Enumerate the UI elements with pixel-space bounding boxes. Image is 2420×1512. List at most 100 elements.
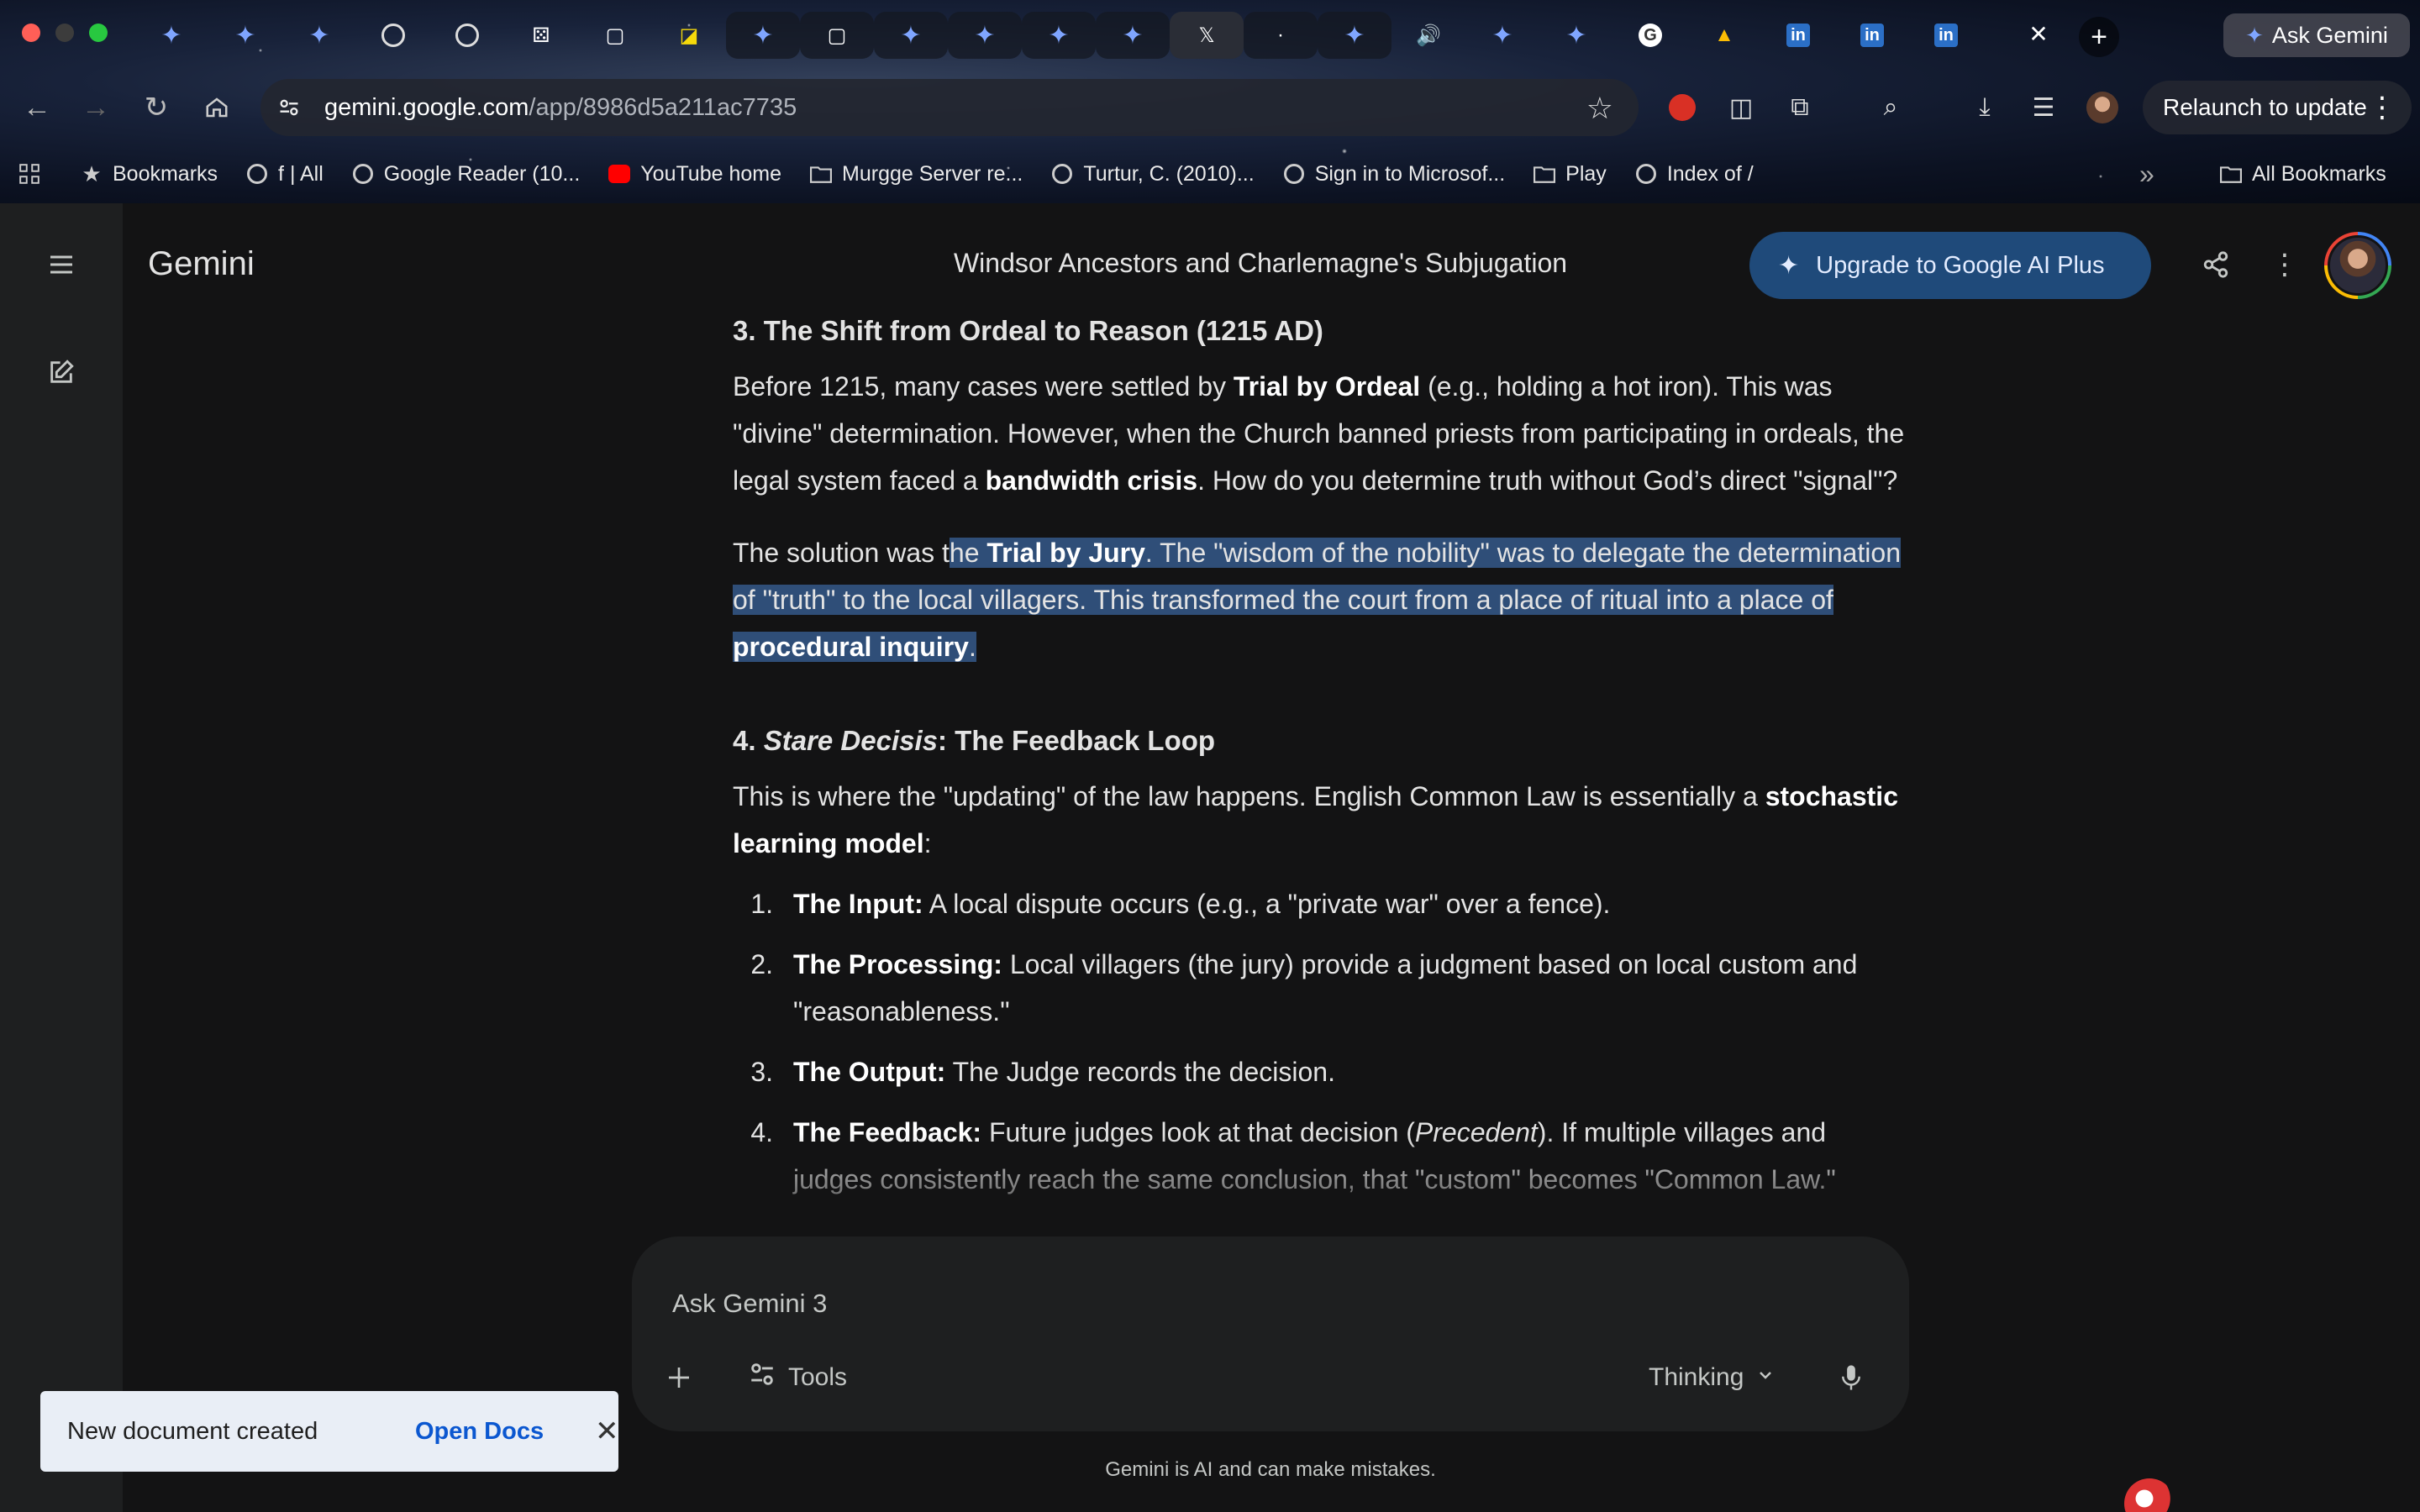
gemini-brand[interactable]: Gemini	[148, 245, 255, 283]
browser-tab[interactable]: G	[1613, 12, 1687, 59]
globe-icon	[381, 24, 405, 47]
bookmark-label: YouTube home	[640, 161, 782, 186]
extension-screenshot-icon[interactable]: ◫	[1723, 89, 1760, 126]
home-icon[interactable]	[197, 87, 237, 128]
globe-icon	[1283, 163, 1305, 185]
adblock-icon[interactable]	[1664, 89, 1701, 126]
browser-tab[interactable]: ✦	[1096, 12, 1170, 59]
browser-tab[interactable]: ✦	[1318, 12, 1392, 59]
browser-tab[interactable]: 🔊	[1392, 12, 1465, 59]
tab-search-icon[interactable]: ⌕	[1872, 89, 1909, 126]
gemini-spark-icon: ✦	[308, 21, 330, 50]
bookmark-item[interactable]: YouTube home	[608, 162, 781, 186]
browser-tab[interactable]: ✦	[874, 12, 948, 59]
site-settings-icon[interactable]	[272, 91, 306, 124]
bookmark-item[interactable]: Murgge Server re...	[810, 162, 1023, 186]
upgrade-button[interactable]: ✦ Upgrade to Google AI Plus	[1749, 232, 2151, 299]
extensions-puzzle-icon[interactable]: ⧉	[1781, 89, 1818, 126]
browser-tab[interactable]: 𝕏	[1170, 12, 1244, 59]
profile-avatar-icon[interactable]	[2084, 89, 2121, 126]
download-icon[interactable]: ⤓	[1966, 89, 2003, 126]
browser-tab[interactable]: ✦	[1465, 12, 1539, 59]
close-tab-icon[interactable]: ✕	[2027, 21, 2050, 47]
globe-icon	[1635, 163, 1657, 185]
media-controls-icon[interactable]: ☰	[2025, 89, 2062, 126]
url-text: gemini.google.com/app/8986d5a211ac7735	[324, 93, 797, 121]
address-bar[interactable]: gemini.google.com/app/8986d5a211ac7735 ☆	[260, 79, 1639, 136]
list-item: 2. The Processing: Local villagers (the …	[750, 949, 1858, 1026]
more-options-icon[interactable]: ⋮	[2264, 244, 2306, 286]
browser-tab[interactable]: ✦	[134, 12, 208, 59]
bookmark-star-icon[interactable]: ☆	[1586, 91, 1613, 126]
upgrade-label: Upgrade to Google AI Plus	[1816, 251, 2105, 279]
browser-tab[interactable]: in	[1909, 12, 1983, 59]
bookmark-item[interactable]: Google Reader (10...	[352, 162, 580, 186]
relaunch-to-update-button[interactable]: Relaunch to update ⋮	[2143, 81, 2412, 134]
bookmark-item[interactable]: f | All	[246, 162, 324, 186]
browser-tab[interactable]: in	[1835, 12, 1909, 59]
paragraph: This is where the "updating" of the law …	[733, 781, 1898, 858]
bookmark-item[interactable]: ★ Bookmarks	[81, 161, 218, 186]
avatar[interactable]	[2324, 232, 2391, 299]
browser-tab[interactable]: ◪	[652, 12, 726, 59]
microphone-icon[interactable]	[1839, 1354, 1864, 1401]
new-tab-button[interactable]: +	[2079, 17, 2119, 57]
google-drive-icon: ▲	[1714, 24, 1734, 46]
linkedin-icon: in	[1934, 24, 1958, 47]
gemini-spark-icon: ✦	[1565, 21, 1587, 50]
browser-menu-icon[interactable]: ⋮	[2368, 91, 2396, 124]
gemini-spark-icon: ✦	[1048, 21, 1070, 50]
model-mode-select[interactable]: Thinking	[1649, 1354, 1776, 1401]
tools-button[interactable]: Tools	[748, 1354, 847, 1401]
dice-icon: ⚄	[532, 24, 550, 47]
ask-gemini-label: Ask Gemini	[2271, 22, 2388, 48]
add-attachment-button[interactable]	[666, 1354, 692, 1401]
reload-icon[interactable]: ↻	[136, 87, 176, 128]
browser-tab[interactable]: ✦	[948, 12, 1022, 59]
new-chat-icon[interactable]	[40, 351, 82, 393]
bookmark-label: f | All	[278, 161, 324, 186]
apps-grid-icon[interactable]	[18, 163, 40, 185]
bookmarks-overflow-icon[interactable]: »	[2139, 159, 2154, 190]
zoom-window-button[interactable]	[89, 24, 108, 42]
browser-tab[interactable]: ·	[1244, 12, 1318, 59]
browser-tab[interactable]: in	[1761, 12, 1835, 59]
conversation-title[interactable]: Windsor Ancestors and Charlemagne's Subj…	[840, 248, 1681, 279]
avatar-image	[2328, 235, 2388, 296]
main-menu-icon[interactable]	[40, 244, 82, 286]
browser-tab[interactable]: ⚄	[504, 12, 578, 59]
bookmark-item[interactable]: Sign in to Microsof...	[1283, 162, 1505, 186]
open-docs-button[interactable]: Open Docs	[415, 1418, 544, 1446]
browser-tab[interactable]: ▢	[800, 12, 874, 59]
prompt-input[interactable]: Ask Gemini 3	[672, 1289, 827, 1319]
app-icon: ▢	[605, 24, 625, 47]
back-icon[interactable]: ←	[17, 87, 57, 128]
section-heading: 3. The Shift from Ordeal to Reason (1215…	[733, 315, 1323, 346]
browser-tab[interactable]: ✦	[282, 12, 356, 59]
browser-tab[interactable]	[430, 12, 504, 59]
browser-tab[interactable]: ✦	[1539, 12, 1613, 59]
bookmark-label: Play	[1565, 161, 1607, 186]
browser-tab[interactable]: ▲	[1687, 12, 1761, 59]
bookmark-label: Turtur, C. (2010)...	[1083, 161, 1255, 186]
browser-tab[interactable]: ✦	[208, 12, 282, 59]
minimize-window-button[interactable]	[55, 24, 74, 42]
ask-gemini-button[interactable]: ✦ Ask Gemini	[2223, 13, 2410, 57]
share-icon[interactable]	[2195, 244, 2237, 286]
close-icon[interactable]: ✕	[595, 1415, 619, 1448]
bookmark-item[interactable]: Play	[1534, 162, 1607, 186]
browser-tab[interactable]: ✦	[726, 12, 800, 59]
browser-tab[interactable]	[356, 12, 430, 59]
bookmark-item[interactable]: Turtur, C. (2010)...	[1051, 161, 1255, 186]
gemini-spark-icon: ✦	[234, 21, 256, 50]
sparkle-icon: ✦	[1778, 251, 1800, 280]
all-bookmarks-button[interactable]: All Bookmarks	[2220, 162, 2386, 186]
folder-icon	[2220, 163, 2242, 185]
browser-tab[interactable]: ▢	[578, 12, 652, 59]
bookmark-item[interactable]: Index of /	[1635, 162, 1754, 186]
close-window-button[interactable]	[22, 24, 40, 42]
forward-icon[interactable]: →	[76, 87, 116, 128]
prompt-composer[interactable]: Ask Gemini 3 Tools Thinking	[632, 1236, 1909, 1431]
bookmark-label: Index of /	[1666, 161, 1754, 186]
browser-tab[interactable]: ✦	[1022, 12, 1096, 59]
